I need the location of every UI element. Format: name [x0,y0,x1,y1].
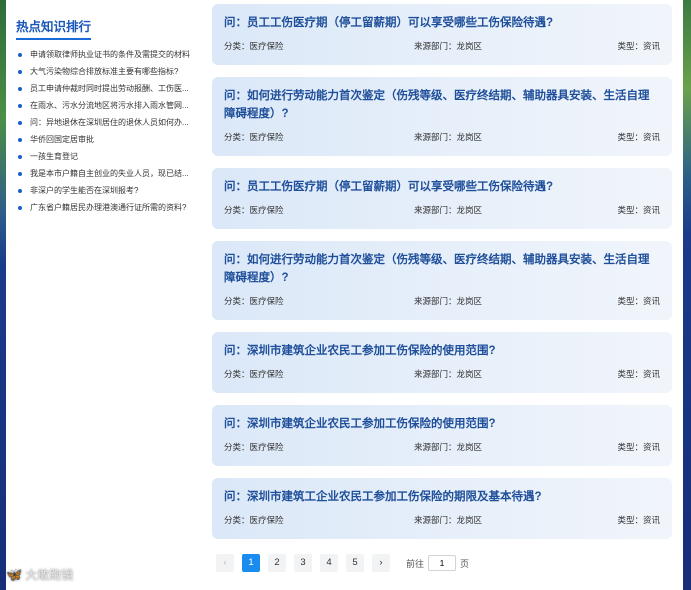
qa-meta: 分类：医疗保险 来源部门：龙岗区 类型：资讯 [224,204,660,216]
hot-knowledge-item[interactable]: 申请领取律师执业证书的条件及需提交的材料 [16,46,212,63]
qa-question[interactable]: 问：深圳市建筑企业农民工参加工伤保险的使用范围? [224,342,660,360]
qa-meta: 分类：医疗保险 来源部门：龙岗区 类型：资讯 [224,441,660,453]
qa-list: 问：员工工伤医疗期（停工留薪期）可以享受哪些工伤保险待遇? 分类：医疗保险 来源… [212,4,672,551]
qa-meta: 分类：医疗保险 来源部门：龙岗区 类型：资讯 [224,131,660,143]
hot-knowledge-item[interactable]: 广东省户籍居民办理港澳通行证所需的资料? [16,199,212,216]
qa-card[interactable]: 问：如何进行劳动能力首次鉴定（伤残等级、医疗终结期、辅助器具安装、生活自理障碍程… [212,241,672,320]
hot-knowledge-item[interactable]: 我是本市户籍自主创业的失业人员，现已结... [16,165,212,182]
qa-source: 来源部门：龙岗区 [414,205,483,215]
qa-source: 来源部门：龙岗区 [414,442,483,452]
page-button-3[interactable]: 3 [294,554,312,572]
qa-meta: 分类：医疗保险 来源部门：龙岗区 类型：资讯 [224,514,660,526]
hot-knowledge-item[interactable]: 在雨水、污水分流地区将污水排入雨水管网... [16,97,212,114]
qa-question[interactable]: 问：如何进行劳动能力首次鉴定（伤残等级、医疗终结期、辅助器具安装、生活自理障碍程… [224,87,660,123]
qa-question[interactable]: 问：如何进行劳动能力首次鉴定（伤残等级、医疗终结期、辅助器具安装、生活自理障碍程… [224,251,660,287]
goto-suffix-label: 页 [460,558,470,569]
hot-knowledge-sidebar: 热点知识排行 申请领取律师执业证书的条件及需提交的材料 大气污染物综合排放标准主… [16,16,212,216]
background-right [683,0,691,590]
qa-type: 类型：资讯 [617,132,660,142]
qa-meta: 分类：医疗保险 来源部门：龙岗区 类型：资讯 [224,40,660,52]
hot-knowledge-item[interactable]: 大气污染物综合排放标准主要有哪些指标? [16,63,212,80]
qa-source: 来源部门：龙岗区 [414,296,483,306]
qa-type: 类型：资讯 [617,369,660,379]
hot-knowledge-item[interactable]: 一孩生育登记 [16,148,212,165]
page-button-2[interactable]: 2 [268,554,286,572]
page-button-4[interactable]: 4 [320,554,338,572]
qa-category: 分类：医疗保险 [224,369,284,379]
qa-category: 分类：医疗保险 [224,296,284,306]
qa-type: 类型：资讯 [617,41,660,51]
qa-type: 类型：资讯 [617,442,660,452]
qa-question[interactable]: 问：深圳市建筑企业农民工参加工伤保险的使用范围? [224,415,660,433]
qa-card[interactable]: 问：员工工伤医疗期（停工留薪期）可以享受哪些工伤保险待遇? 分类：医疗保险 来源… [212,4,672,65]
qa-source: 来源部门：龙岗区 [414,41,483,51]
qa-source: 来源部门：龙岗区 [414,515,483,525]
pagination: ‹ 1 2 3 4 5 › 前往 页 [216,554,469,572]
goto-page-input[interactable] [428,555,457,571]
sidebar-title: 热点知识排行 [16,16,92,40]
hot-knowledge-item[interactable]: 非深户的学生能否在深圳报考? [16,182,212,199]
prev-page-button[interactable]: ‹ [216,554,234,572]
qa-card[interactable]: 问：深圳市建筑企业农民工参加工伤保险的使用范围? 分类：医疗保险 来源部门：龙岗… [212,405,672,466]
qa-category: 分类：医疗保险 [224,205,284,215]
page-button-1[interactable]: 1 [242,554,260,572]
goto-prefix-label: 前往 [406,558,425,569]
goto-page: 前往 页 [406,555,469,571]
qa-category: 分类：医疗保险 [224,515,284,525]
qa-type: 类型：资讯 [617,296,660,306]
qa-card[interactable]: 问：如何进行劳动能力首次鉴定（伤残等级、医疗终结期、辅助器具安装、生活自理障碍程… [212,77,672,156]
qa-card[interactable]: 问：深圳市建筑企业农民工参加工伤保险的使用范围? 分类：医疗保险 来源部门：龙岗… [212,332,672,393]
qa-type: 类型：资讯 [617,205,660,215]
qa-question[interactable]: 问：员工工伤医疗期（停工留薪期）可以享受哪些工伤保险待遇? [224,178,660,196]
hot-knowledge-list: 申请领取律师执业证书的条件及需提交的材料 大气污染物综合排放标准主要有哪些指标?… [16,46,212,216]
qa-source: 来源部门：龙岗区 [414,132,483,142]
qa-type: 类型：资讯 [617,515,660,525]
qa-category: 分类：医疗保险 [224,442,284,452]
hot-knowledge-item[interactable]: 员工申请仲裁时同时提出劳动报酬、工伤医... [16,80,212,97]
qa-category: 分类：医疗保险 [224,41,284,51]
watermark-text: 大敢跑镜 [25,568,74,582]
watermark: 🦋 大敢跑镜 [6,566,73,583]
qa-question[interactable]: 问：员工工伤医疗期（停工留薪期）可以享受哪些工伤保险待遇? [224,14,660,32]
next-page-button[interactable]: › [372,554,390,572]
qa-category: 分类：医疗保险 [224,132,284,142]
butterfly-icon: 🦋 [6,566,23,582]
qa-question[interactable]: 问：深圳市建筑工企业农民工参加工伤保险的期限及基本待遇? [224,488,660,506]
qa-meta: 分类：医疗保险 来源部门：龙岗区 类型：资讯 [224,368,660,380]
qa-card[interactable]: 问：深圳市建筑工企业农民工参加工伤保险的期限及基本待遇? 分类：医疗保险 来源部… [212,478,672,539]
page-button-5[interactable]: 5 [346,554,364,572]
hot-knowledge-item[interactable]: 华侨回国定居审批 [16,131,212,148]
qa-card[interactable]: 问：员工工伤医疗期（停工留薪期）可以享受哪些工伤保险待遇? 分类：医疗保险 来源… [212,168,672,229]
qa-meta: 分类：医疗保险 来源部门：龙岗区 类型：资讯 [224,295,660,307]
qa-source: 来源部门：龙岗区 [414,369,483,379]
hot-knowledge-item[interactable]: 问：异地退休在深圳居住的退休人员如何办... [16,114,212,131]
